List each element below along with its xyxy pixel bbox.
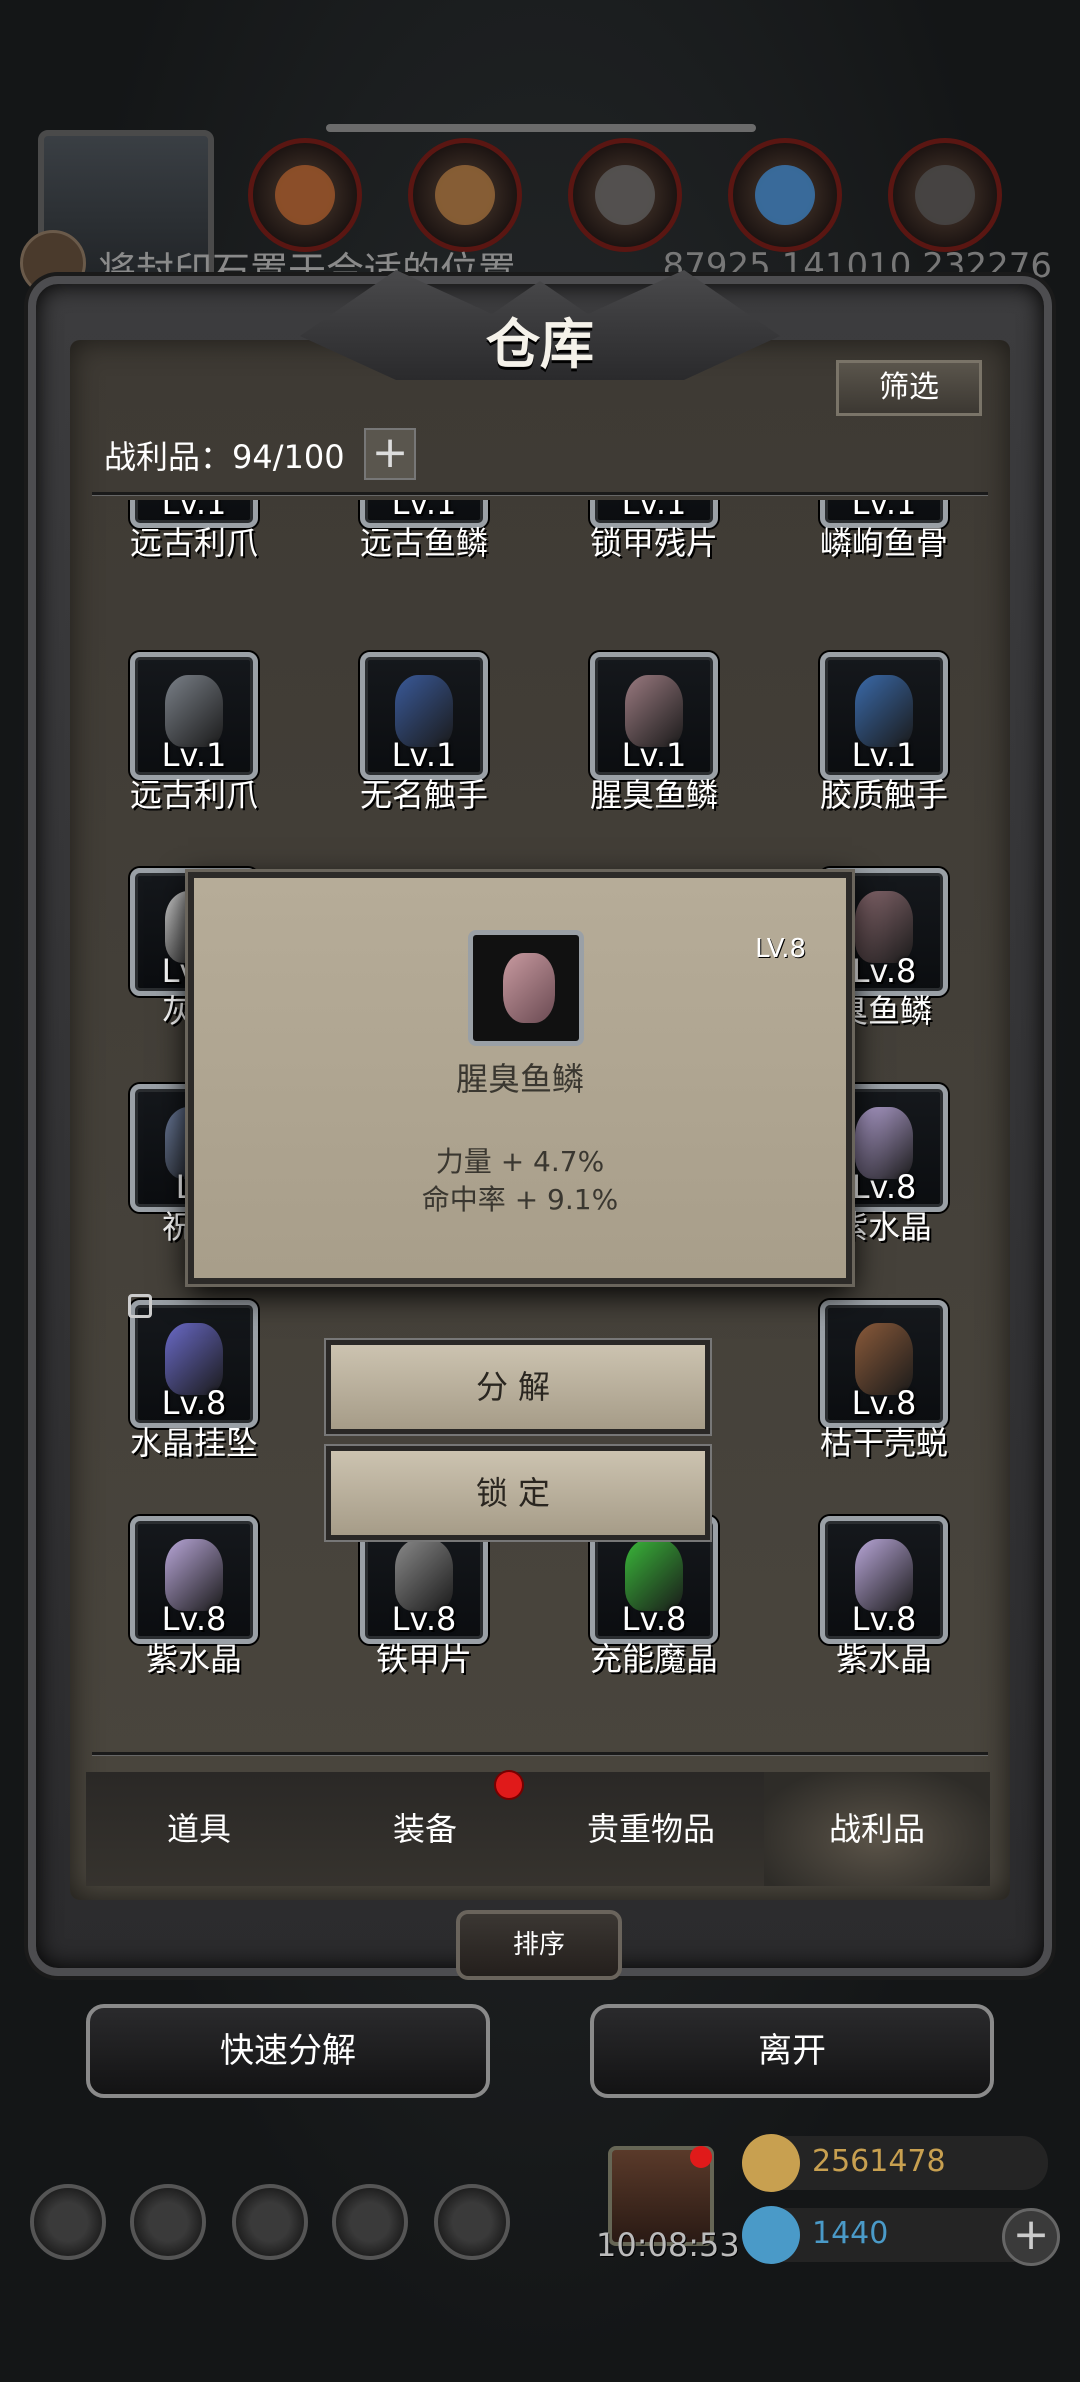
expand-capacity-button[interactable]: + — [364, 428, 416, 480]
item-name: 水晶挂坠 — [129, 1424, 258, 1462]
item-level: Lv.8 — [161, 1600, 227, 1638]
item-detail-popup: LV.8 腥臭鱼鳞 力量 + 4.7% 命中率 + 9.1% — [188, 872, 852, 1284]
item-icon — [468, 930, 584, 1046]
notification-dot — [690, 2146, 712, 2168]
item-cell[interactable]: Lv.1 腥臭鱼鳞 — [552, 652, 776, 868]
lock-button[interactable]: 锁定 — [326, 1446, 710, 1540]
add-gems-button[interactable]: + — [1002, 2208, 1060, 2266]
puzzle-icon[interactable] — [434, 2184, 510, 2260]
gem-icon — [742, 2206, 800, 2264]
item-cell[interactable]: Lv.1 胶质触手 — [782, 652, 988, 868]
star-icon[interactable] — [130, 2184, 206, 2260]
fish-scale-icon — [503, 953, 555, 1023]
category-tabs: 道具 装备 贵重物品 战利品 — [86, 1772, 990, 1886]
tab-loot[interactable]: 战利品 — [764, 1772, 990, 1886]
item-cell[interactable]: Lv.1 远古利爪 — [92, 652, 316, 868]
item-name: 充能魔晶 — [589, 1640, 718, 1678]
notification-dot — [496, 1772, 522, 1798]
item-level: Lv.1 — [851, 736, 917, 774]
item-name: 远古利爪 — [129, 524, 258, 562]
item-level: Lv.8 — [851, 1600, 917, 1638]
capacity-label: 战利品：94/100 — [104, 438, 345, 476]
item-name: 铁甲片 — [375, 1640, 472, 1678]
item-name: 紫水晶 — [835, 1640, 932, 1678]
item-name: 枯干壳蜕 — [819, 1424, 948, 1462]
item-level: Lv.8 — [391, 1600, 457, 1638]
tab-items[interactable]: 道具 — [86, 1772, 312, 1886]
gold-counter: 2561478 — [742, 2134, 1048, 2192]
item-name: 无名触手 — [359, 776, 488, 814]
gold-value: 2561478 — [812, 2144, 946, 2179]
decompose-button[interactable]: 分解 — [326, 1340, 710, 1434]
divider — [92, 1752, 988, 1755]
clock: 10:08:53 — [596, 2226, 740, 2264]
item-cell[interactable]: Lv.8 紫水晶 — [782, 1516, 988, 1732]
quick-decompose-button[interactable]: 快速分解 — [86, 2004, 490, 2098]
item-cell[interactable]: Lv.1 锁甲残片 — [552, 500, 776, 616]
item-name: 嶙峋鱼骨 — [819, 524, 948, 562]
item-cell[interactable]: Lv.8 紫水晶 — [92, 1516, 316, 1732]
item-stat: 力量 + 4.7% — [435, 1145, 605, 1178]
item-level: Lv.8 — [161, 1384, 227, 1422]
item-cell[interactable]: Lv.8 充能魔晶 — [552, 1516, 776, 1732]
item-cell[interactable]: Lv.8 铁甲片 — [322, 1516, 546, 1732]
item-level: Lv.1 — [161, 736, 227, 774]
item-level: Lv.8 — [621, 1600, 687, 1638]
item-cell[interactable]: Lv.1 远古鱼鳞 — [322, 500, 546, 616]
item-level: Lv.1 — [391, 736, 457, 774]
item-cell[interactable]: Lv.1 无名触手 — [322, 652, 546, 868]
map-icon[interactable] — [232, 2184, 308, 2260]
item-name: 腥臭鱼鳞 — [589, 776, 718, 814]
item-level: Lv.8 — [851, 1384, 917, 1422]
drag-handle[interactable] — [326, 124, 756, 132]
tab-valuables[interactable]: 贵重物品 — [538, 1772, 764, 1886]
filter-button[interactable]: 筛选 — [836, 360, 982, 416]
item-name: 锁甲残片 — [589, 524, 718, 562]
leave-button[interactable]: 离开 — [590, 2004, 994, 2098]
item-name: 紫水晶 — [145, 1640, 242, 1678]
lock-icon — [128, 1294, 152, 1318]
item-stat: 命中率 + 9.1% — [421, 1183, 619, 1216]
item-level: Lv.1 — [621, 736, 687, 774]
settings-icon[interactable] — [30, 2184, 106, 2260]
divider — [92, 492, 988, 495]
sort-button[interactable]: 排序 — [456, 1910, 622, 1980]
item-cell[interactable]: Lv.1 嶙峋鱼骨 — [782, 500, 988, 616]
item-cell[interactable]: Lv.8 枯干壳蜕 — [782, 1300, 988, 1516]
item-name: 远古鱼鳞 — [359, 524, 488, 562]
mail-icon[interactable] — [332, 2184, 408, 2260]
item-level: LV.8 — [755, 934, 806, 964]
item-name: 远古利爪 — [129, 776, 258, 814]
gold-coin-icon — [742, 2134, 800, 2192]
item-cell[interactable]: Lv.8 水晶挂坠 — [92, 1294, 316, 1516]
item-name: 胶质触手 — [819, 776, 948, 814]
gem-value: 1440 — [812, 2216, 889, 2251]
item-name: 腥臭鱼鳞 — [455, 1060, 584, 1098]
item-cell[interactable]: Lv.1 远古利爪 — [92, 500, 316, 616]
